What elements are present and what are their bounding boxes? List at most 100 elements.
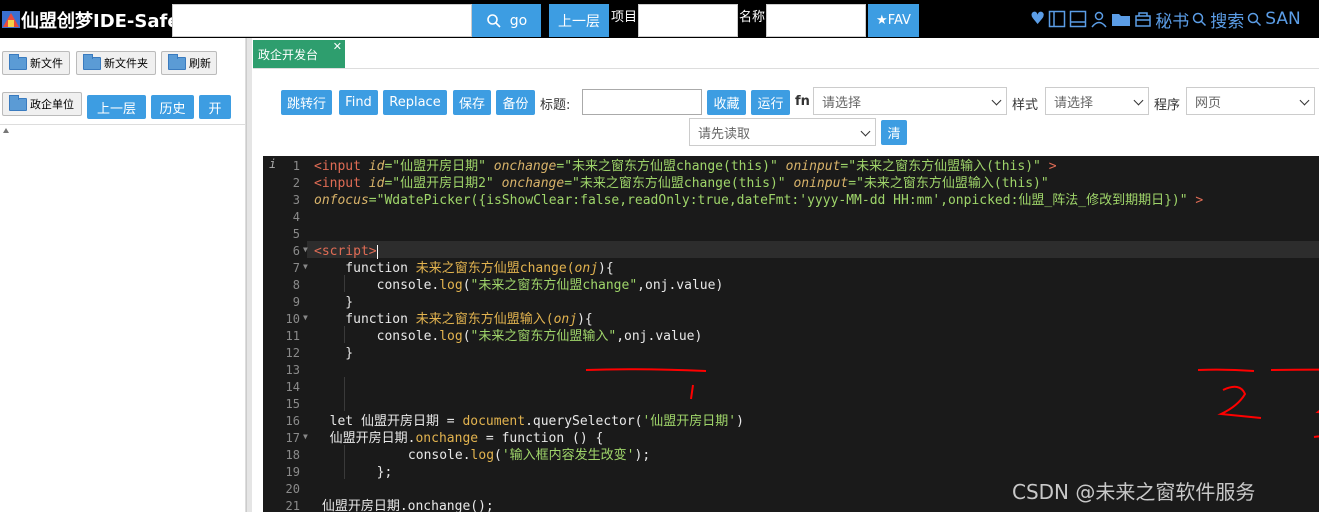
folder-icon <box>83 53 101 70</box>
code-token: console. <box>314 278 440 293</box>
line-number: 2 <box>292 176 300 190</box>
read-select[interactable]: 请先读取 <box>689 118 876 146</box>
code-line-21: 仙盟开房日期.onchange(); <box>314 499 494 512</box>
unit-button[interactable]: 政企单位 <box>2 92 82 116</box>
save-button[interactable]: 保存 <box>453 90 491 115</box>
new-folder-label: 新文件夹 <box>104 57 148 70</box>
code-token: onfocus <box>314 193 369 208</box>
up-level-button[interactable]: 上一层 <box>549 4 609 37</box>
fn-select[interactable]: 请选择 <box>813 87 1007 115</box>
new-folder-button[interactable]: 新文件夹 <box>76 51 156 75</box>
code-token: 未来之窗东方仙盟输入( <box>415 312 554 327</box>
code-token: <input <box>314 176 369 191</box>
new-file-button[interactable]: 新文件 <box>2 51 70 75</box>
fold-arrow-icon[interactable]: ▼ <box>303 262 311 271</box>
fn-label: fn <box>795 94 810 109</box>
title-input[interactable] <box>582 89 702 115</box>
run-button[interactable]: 运行 <box>751 90 790 115</box>
style-select[interactable]: 请选择 <box>1045 87 1149 115</box>
tab-label: 政企开发台 <box>258 47 319 62</box>
collect-button[interactable]: 收藏 <box>707 90 746 115</box>
name-input[interactable] <box>766 4 866 37</box>
path-input[interactable] <box>172 4 472 37</box>
code-token: ); <box>634 448 651 463</box>
fold-arrow-icon[interactable]: ▼ <box>303 313 311 322</box>
search-icon <box>1248 12 1262 26</box>
window-icon[interactable] <box>1048 10 1066 28</box>
code-editor[interactable]: i <input id="仙盟开房日期" onchange="未来之窗东方仙盟c… <box>263 156 1319 512</box>
line-number: 4 <box>292 210 300 224</box>
tab-divider <box>253 68 1319 69</box>
chevron-down-icon <box>1133 95 1144 106</box>
collapse-arrow-icon[interactable] <box>3 128 9 133</box>
user-icon[interactable] <box>1090 10 1108 28</box>
tab-dev-console[interactable]: 政企开发台 ✕ <box>253 40 345 68</box>
line-number: 3 <box>292 193 300 207</box>
close-icon[interactable]: ✕ <box>333 40 342 53</box>
title-label: 标题: <box>540 98 571 113</box>
line-number: 16 <box>285 414 300 428</box>
code-token: ="未来之窗东方仙盟输入(this)" <box>848 176 1049 191</box>
code-token: ( <box>462 278 471 293</box>
code-token: id <box>368 159 385 174</box>
refresh-label: 刷新 <box>189 57 211 70</box>
code-line-16: let 仙盟开房日期 = document.querySelector('仙盟开… <box>314 413 744 430</box>
code-token: onchange <box>493 159 557 174</box>
folder-icon[interactable] <box>1111 10 1131 28</box>
code-token: <script> <box>314 244 377 259</box>
program-select[interactable]: 网页 <box>1186 87 1315 115</box>
code-token: ="未来之窗东方仙盟输入(this)" <box>840 159 1049 174</box>
heart-icon[interactable]: ♥ <box>1030 9 1045 29</box>
line-number: 7 <box>292 261 300 275</box>
line-number: 13 <box>285 363 300 377</box>
open-button[interactable]: 开 <box>199 95 231 119</box>
fold-arrow-icon[interactable]: ▼ <box>303 245 311 254</box>
code-token: log <box>470 448 495 463</box>
replace-button[interactable]: Replace <box>383 90 447 115</box>
code-token: ( <box>494 448 502 463</box>
code-token: oninput <box>785 159 841 174</box>
san-link[interactable]: SAN <box>1265 9 1300 29</box>
goto-line-button[interactable]: 跳转行 <box>281 90 332 115</box>
history-button[interactable]: 历史 <box>151 95 194 119</box>
line-number: 15 <box>285 397 300 411</box>
code-token: 仙盟开房日期. <box>314 431 416 446</box>
search-link[interactable]: 搜索 <box>1210 7 1244 32</box>
code-token: log <box>439 278 463 293</box>
program-select-value: 网页 <box>1195 95 1222 111</box>
go-button[interactable]: go <box>472 4 541 37</box>
code-token: .querySelector( <box>525 414 643 429</box>
sidebar-scrollbar[interactable] <box>246 38 252 512</box>
app-logo-icon <box>2 11 20 28</box>
project-input[interactable] <box>638 4 738 37</box>
secretary-link[interactable]: 秘书 <box>1155 7 1189 32</box>
folder-icon <box>168 53 186 70</box>
code-line-17: 仙盟开房日期.onchange = function () { <box>314 430 604 447</box>
code-token: > <box>1195 193 1204 208</box>
bank-icon[interactable] <box>1134 10 1152 28</box>
fav-button[interactable]: ★FAV <box>868 4 919 37</box>
panel-icon[interactable] <box>1069 10 1087 28</box>
refresh-button[interactable]: 刷新 <box>161 51 217 75</box>
code-token: log <box>439 329 463 344</box>
sidebar-up-button[interactable]: 上一层 <box>87 95 146 119</box>
line-number: 11 <box>285 329 300 343</box>
code-token: onj <box>553 312 578 327</box>
find-button[interactable]: Find <box>339 90 378 115</box>
code-token: ) <box>736 414 744 429</box>
line-number: 5 <box>292 227 300 241</box>
line-number: 20 <box>285 482 300 496</box>
fn-select-value: 请选择 <box>822 95 862 111</box>
line-number: 12 <box>285 346 300 360</box>
search-icon <box>1193 12 1207 26</box>
clear-button[interactable]: 清 <box>881 120 907 145</box>
chevron-down-icon <box>1299 95 1310 106</box>
code-token: onchange <box>501 176 565 191</box>
code-line-6: <script> <box>314 243 378 260</box>
indent-guide <box>344 377 345 411</box>
code-token: '输入框内容发生改变' <box>501 448 635 463</box>
program-label: 程序 <box>1154 98 1181 113</box>
fold-arrow-icon[interactable]: ▼ <box>303 432 311 441</box>
code-token: ,onj.value) <box>616 329 703 344</box>
backup-button[interactable]: 备份 <box>496 90 535 115</box>
